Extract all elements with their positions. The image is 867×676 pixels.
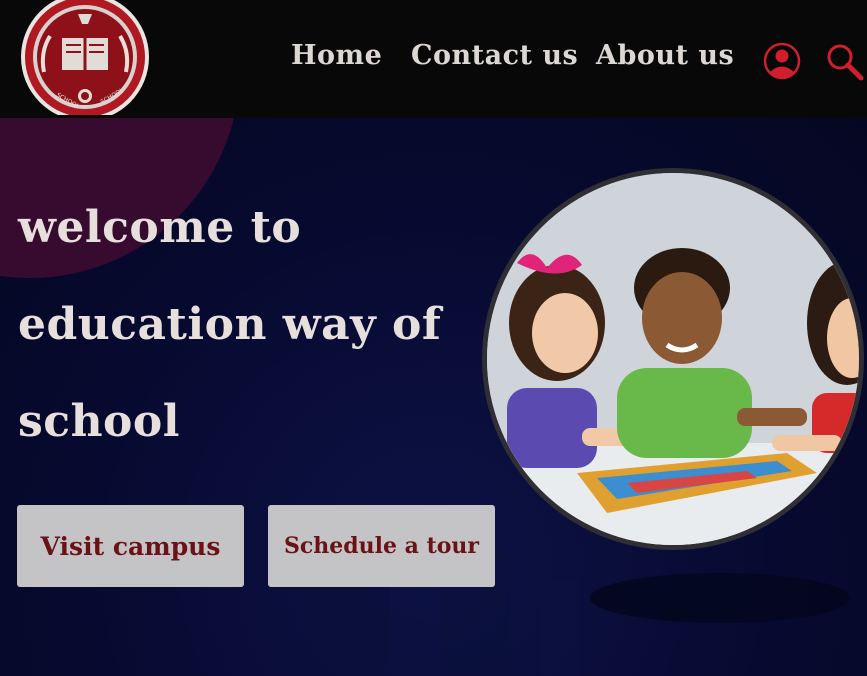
user-account-button[interactable] bbox=[762, 41, 802, 81]
nav-contact-link[interactable]: Contact us bbox=[411, 40, 578, 71]
children-learning-illustration bbox=[487, 173, 859, 545]
hero-title-line-3: school bbox=[18, 396, 180, 447]
nav-about-link[interactable]: About us bbox=[596, 40, 734, 71]
search-icon bbox=[827, 44, 864, 81]
hero-title-line-1: welcome to bbox=[18, 202, 302, 253]
school-emblem-icon: SCHOOL SCHOOL bbox=[21, 0, 149, 121]
user-icon bbox=[763, 42, 801, 80]
children-photo bbox=[482, 168, 864, 550]
schedule-tour-button[interactable]: Schedule a tour bbox=[268, 505, 495, 587]
site-header: SCHOOL SCHOOL Home Contact us About us bbox=[0, 0, 867, 121]
decorative-blob bbox=[0, 118, 240, 278]
nav-home-link[interactable]: Home bbox=[291, 40, 382, 71]
school-logo[interactable]: SCHOOL SCHOOL bbox=[20, 0, 150, 121]
visit-campus-button[interactable]: Visit campus bbox=[17, 505, 244, 587]
hero-section: welcome to education way of school Visit… bbox=[0, 118, 867, 676]
search-button[interactable] bbox=[825, 42, 867, 84]
hero-title-line-2: education way of bbox=[18, 299, 442, 350]
